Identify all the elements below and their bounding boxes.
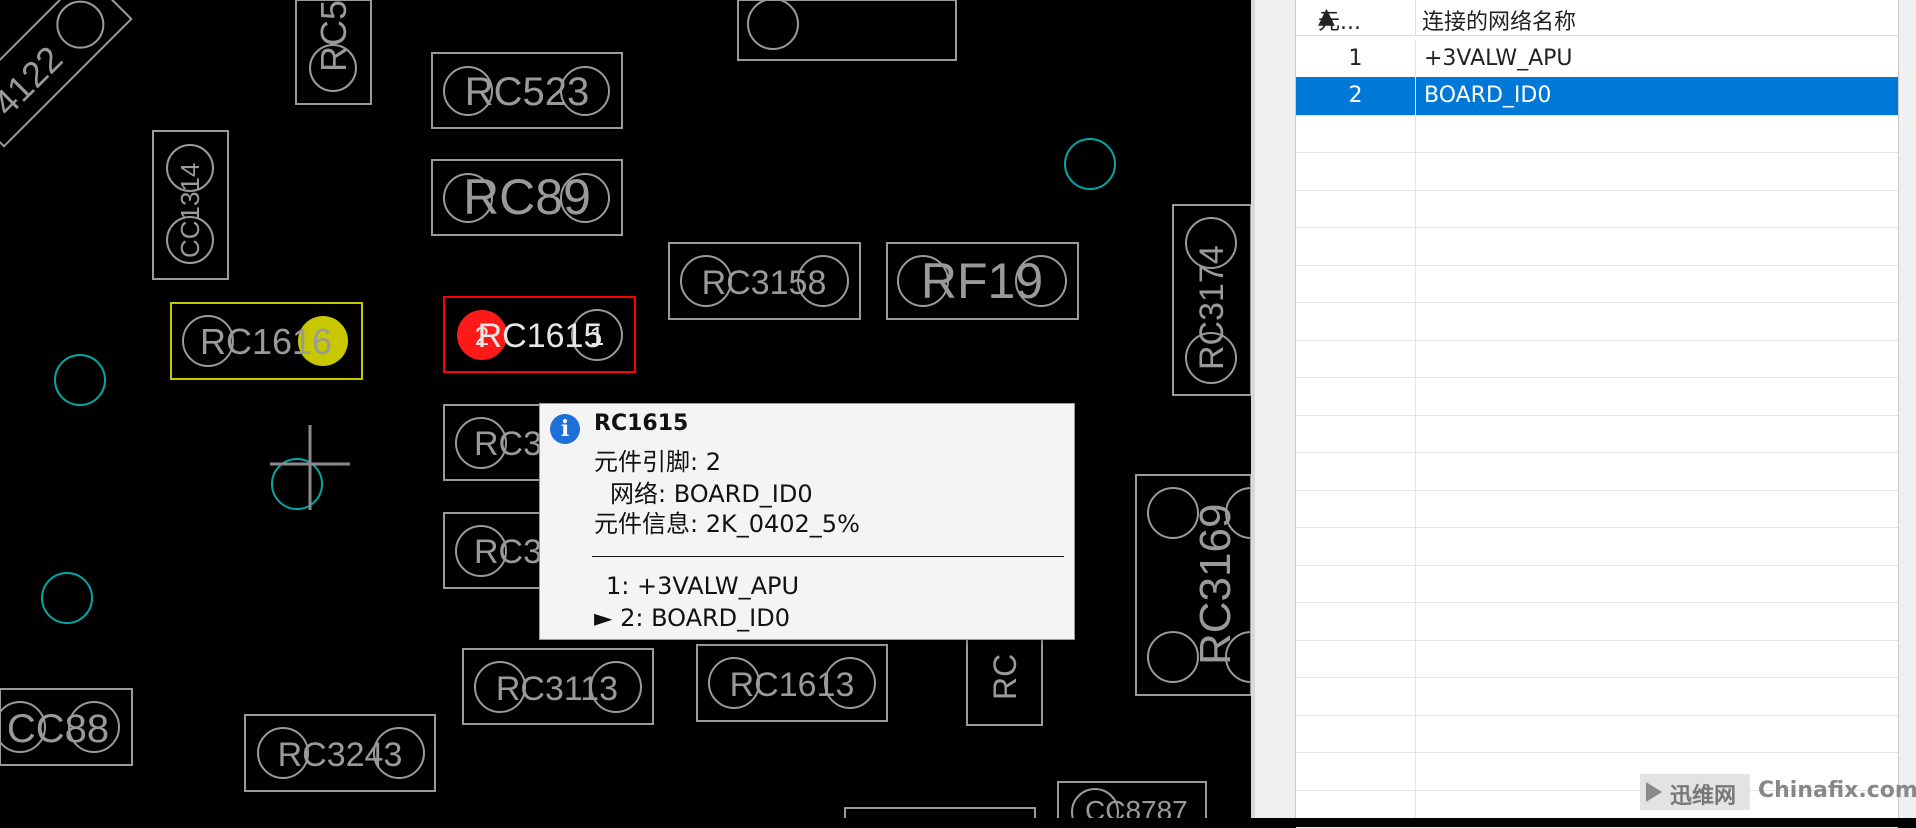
info-icon: i xyxy=(550,414,580,444)
label-rc3b: RC3 xyxy=(474,533,542,571)
sort-ascending-icon[interactable]: ▲ xyxy=(1318,4,1335,29)
label-rc1613: RC1613 xyxy=(730,666,855,704)
net-panel: 元... ▲ 连接的网络名称 1 +3VALW_APU 2 BOARD_ID0 xyxy=(1255,0,1916,828)
label-rc5: RC5 xyxy=(313,0,354,72)
label-rc3113: RC3113 xyxy=(496,670,618,708)
column-header-component[interactable]: 元... ▲ xyxy=(1296,0,1416,35)
label-rc3158: RC3158 xyxy=(702,264,827,302)
label-rf19: RF19 xyxy=(921,253,1043,309)
empty-row xyxy=(1296,339,1898,378)
label-rc3a: RC3 xyxy=(474,425,542,463)
empty-row xyxy=(1296,377,1898,416)
empty-row xyxy=(1296,414,1898,453)
via xyxy=(41,572,93,624)
empty-row xyxy=(1296,714,1898,753)
empty-row xyxy=(1296,452,1898,491)
table-header: 元... ▲ 连接的网络名称 xyxy=(1296,0,1898,36)
row-index: 1 xyxy=(1296,40,1416,78)
label-rc: RC xyxy=(987,654,1023,700)
tooltip-title: RC1615 xyxy=(594,411,689,436)
via xyxy=(54,354,106,406)
label-rc3169: RC3169 xyxy=(1191,504,1240,665)
label-rc1615: RC1615 xyxy=(478,317,603,355)
via xyxy=(1064,138,1116,190)
label-cc88: CC88 xyxy=(7,707,109,751)
empty-row xyxy=(1296,189,1898,228)
table-row[interactable]: 1 +3VALW_APU xyxy=(1296,40,1898,79)
tooltip-pin1: 1: +3VALW_APU xyxy=(606,572,800,600)
empty-row xyxy=(1296,152,1898,191)
empty-row xyxy=(1296,564,1898,603)
label-rc89: RC89 xyxy=(463,169,591,225)
empty-row xyxy=(1296,489,1898,528)
empty-row xyxy=(1296,639,1898,678)
via xyxy=(271,458,323,510)
empty-row xyxy=(1296,527,1898,566)
column-header-net[interactable]: 连接的网络名称 xyxy=(1422,4,1576,36)
row-net: BOARD_ID0 xyxy=(1424,83,1552,108)
label-4122: 4122 xyxy=(0,38,70,124)
watermark: 迅维网 Chinafix.com xyxy=(1640,774,1916,814)
pin-tooltip: i RC1615 元件引脚: 2 网络: BOARD_ID0 元件信息: 2K_… xyxy=(539,403,1075,640)
row-net: +3VALW_APU xyxy=(1424,46,1573,71)
empty-row xyxy=(1296,302,1898,341)
tooltip-pin: 元件引脚: 2 xyxy=(594,448,721,476)
empty-row xyxy=(1296,602,1898,641)
pad-label-1: 1 xyxy=(590,321,604,351)
empty-row xyxy=(1296,114,1898,153)
watermark-en: Chinafix.com xyxy=(1758,778,1916,803)
table-row-selected[interactable]: 2 BOARD_ID0 xyxy=(1296,77,1898,116)
row-index: 2 xyxy=(1296,77,1416,115)
label-rc3243: RC3243 xyxy=(278,736,403,774)
watermark-arrow-icon xyxy=(1646,782,1662,802)
tooltip-pin2: ► 2: BOARD_ID0 xyxy=(594,604,790,632)
pad-label-2: 2 xyxy=(475,321,489,351)
label-rc1616: RC1616 xyxy=(200,321,332,362)
label-cc1314: CC1314 xyxy=(175,163,205,258)
label-rc523: RC523 xyxy=(465,70,590,114)
empty-row xyxy=(1296,677,1898,716)
empty-row xyxy=(1296,227,1898,266)
tooltip-info: 元件信息: 2K_0402_5% xyxy=(594,510,860,538)
watermark-cn: 迅维网 xyxy=(1670,784,1737,809)
empty-row xyxy=(1296,264,1898,303)
label-rc3174: RC3174 xyxy=(1193,245,1231,370)
label-cc8787: CC8787 xyxy=(1085,795,1188,818)
net-table[interactable]: 元... ▲ 连接的网络名称 1 +3VALW_APU 2 BOARD_ID0 xyxy=(1295,0,1899,828)
